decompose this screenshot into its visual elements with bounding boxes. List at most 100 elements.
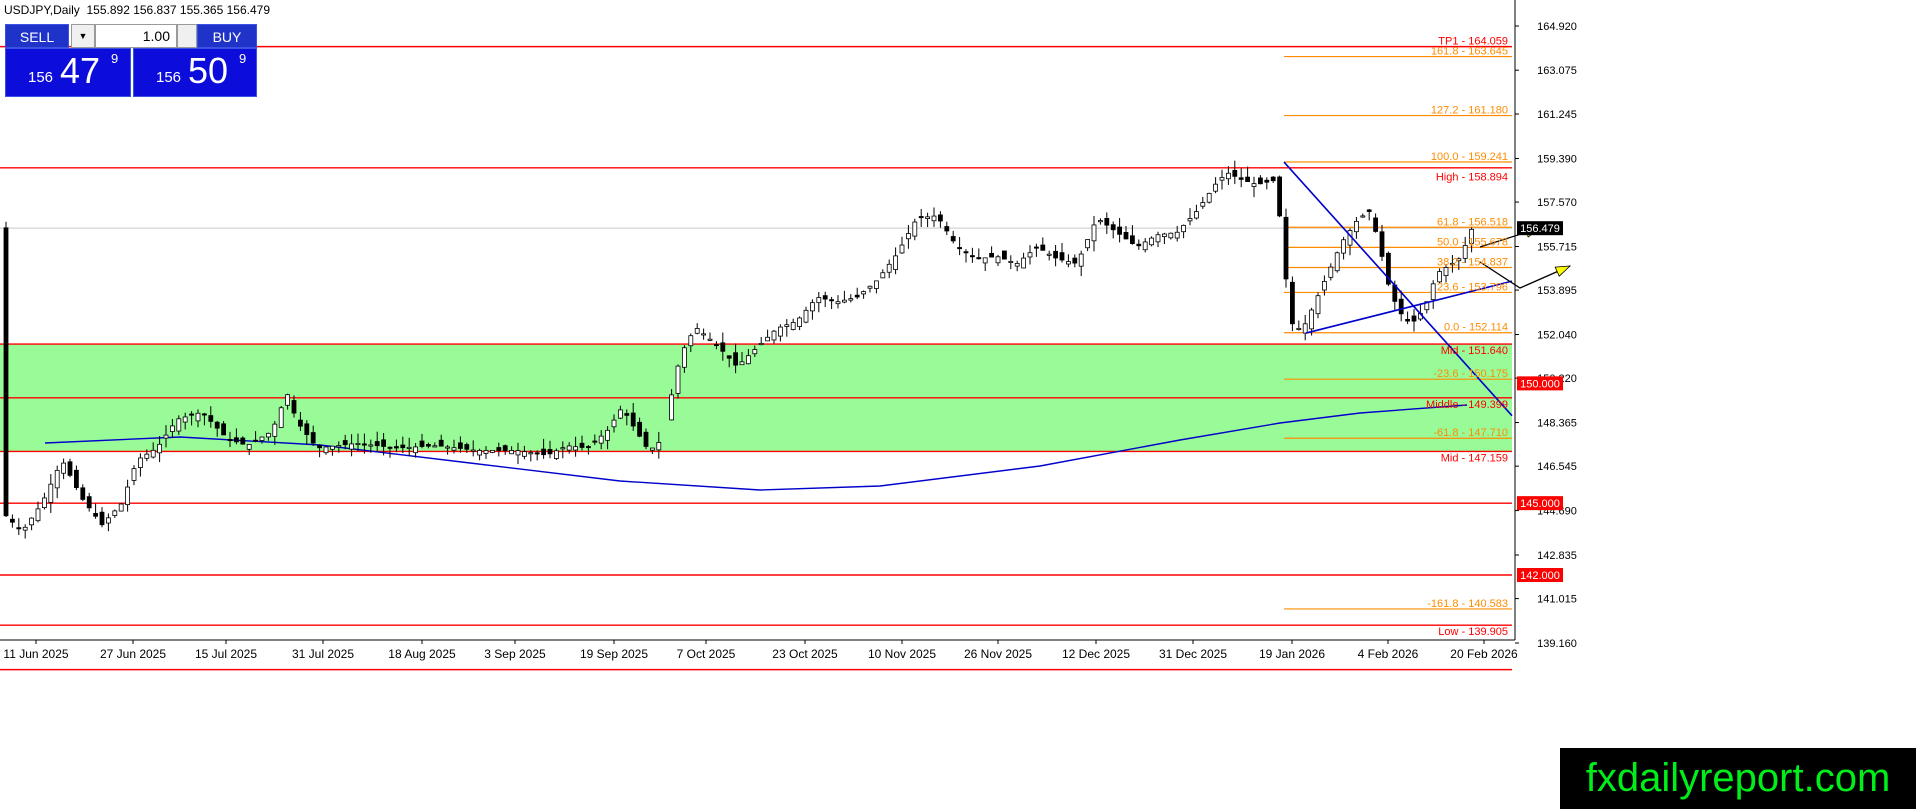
price-chart[interactable]: 161.8 - 163.645127.2 - 161.180100.0 - 15…: [0, 0, 1916, 809]
candle-body: [144, 453, 150, 459]
candle-body: [1341, 239, 1346, 254]
candle-body: [1270, 176, 1276, 182]
candle-body: [1290, 281, 1295, 325]
candle-body: [272, 423, 278, 437]
candle-body: [918, 216, 924, 219]
fib-level-label: -61.8 - 147.710: [1433, 427, 1508, 439]
candle-body: [1296, 327, 1302, 330]
candle-body: [803, 309, 809, 323]
candle-body: [1405, 318, 1410, 322]
candle-body: [1283, 216, 1289, 280]
level-label: Mid - 147.159: [1441, 452, 1508, 464]
candle-body: [1187, 218, 1193, 222]
time-tick-label: 3 Sep 2025: [484, 647, 546, 661]
candle-body: [189, 413, 195, 416]
lot-increase-button[interactable]: [177, 24, 197, 48]
candle-body: [592, 440, 598, 443]
candle-body: [726, 355, 732, 359]
time-tick-label: 20 Feb 2026: [1450, 647, 1518, 661]
candle-body: [336, 445, 342, 448]
candle-body: [1110, 224, 1116, 231]
candle-body: [976, 257, 982, 260]
candle-body: [1277, 176, 1282, 217]
lot-decrease-button[interactable]: ▼: [71, 24, 95, 48]
candle-body: [310, 432, 316, 444]
candle-body: [1091, 224, 1097, 242]
candle-body: [393, 446, 399, 449]
candle-body: [899, 244, 905, 254]
candle-body: [541, 448, 546, 456]
candle-body: [982, 257, 988, 264]
candle-body: [1443, 267, 1449, 276]
fib-level-label: 127.2 - 161.180: [1431, 105, 1508, 117]
candle-body: [938, 214, 943, 222]
price-tick-label: 142.835: [1537, 550, 1577, 562]
candle-body: [387, 446, 393, 449]
candle-body: [1245, 176, 1250, 182]
time-tick-label: 27 Jun 2025: [100, 647, 166, 661]
candle-body: [701, 333, 706, 336]
candle-body: [522, 451, 527, 457]
time-tick-label: 23 Oct 2025: [772, 647, 838, 661]
candle-body: [317, 444, 323, 449]
candle-body: [438, 439, 444, 447]
candle-body: [509, 450, 515, 455]
candle-body: [67, 461, 73, 476]
chart-header: USDJPY,Daily 155.892 156.837 155.365 156…: [4, 3, 270, 17]
candle-body: [61, 462, 66, 474]
candle-body: [778, 326, 783, 337]
candle-body: [406, 446, 412, 449]
candle-body: [714, 344, 719, 347]
price-tick-label: 148.365: [1537, 418, 1577, 430]
ask-price-button[interactable]: 156 50 9: [133, 48, 257, 97]
candle-body: [496, 447, 502, 451]
candle-body: [1059, 252, 1065, 261]
candle-body: [1213, 183, 1218, 192]
candle-body: [771, 330, 777, 341]
candle-body: [323, 446, 329, 454]
candle-body: [957, 247, 962, 250]
candle-body: [579, 442, 585, 448]
candle-body: [950, 236, 956, 242]
candle-body: [291, 400, 297, 414]
candle-body: [1027, 252, 1033, 258]
level-label: Low - 139.905: [1438, 626, 1508, 638]
candle-body: [131, 468, 137, 481]
candle-body: [125, 486, 130, 506]
candle-body: [1232, 170, 1238, 177]
candle-body: [1174, 231, 1180, 239]
lot-size-input[interactable]: 1.00: [95, 24, 177, 48]
candle-body: [1315, 295, 1321, 315]
candle-body: [48, 483, 54, 503]
time-tick-label: 10 Nov 2025: [868, 647, 936, 661]
candle-body: [253, 439, 259, 442]
price-tick-label: 164.920: [1537, 21, 1577, 33]
candle-body: [963, 251, 969, 254]
candle-body: [669, 394, 674, 421]
bid-price-button[interactable]: 156 47 9: [5, 48, 131, 97]
candle-body: [989, 252, 994, 258]
one-click-trading-panel: SELL ▼ 1.00 BUY 156 47 9 156 50 9: [5, 24, 257, 97]
price-tick-label: 163.075: [1537, 65, 1577, 77]
price-level-box-label: 145.000: [1520, 498, 1560, 510]
candle-body: [1366, 209, 1372, 212]
candle-body: [118, 503, 124, 512]
candle-body: [1053, 250, 1058, 259]
candle-body: [157, 443, 163, 454]
candle-body: [445, 446, 451, 449]
time-tick-label: 18 Aug 2025: [388, 647, 456, 661]
time-tick-label: 31 Dec 2025: [1159, 647, 1227, 661]
candle-body: [586, 446, 591, 449]
candle-body: [342, 440, 348, 446]
candle-body: [880, 272, 886, 279]
candle-body: [227, 439, 233, 442]
candle-body: [682, 347, 687, 368]
fib-level-label: 61.8 - 156.518: [1437, 216, 1508, 228]
candle-body: [547, 449, 553, 455]
candle-body: [637, 421, 642, 437]
buy-button[interactable]: BUY: [197, 24, 257, 48]
candle-body: [790, 322, 796, 330]
sell-button[interactable]: SELL: [5, 24, 69, 48]
symbol-label: USDJPY,Daily: [4, 3, 80, 17]
candle-body: [752, 349, 758, 355]
